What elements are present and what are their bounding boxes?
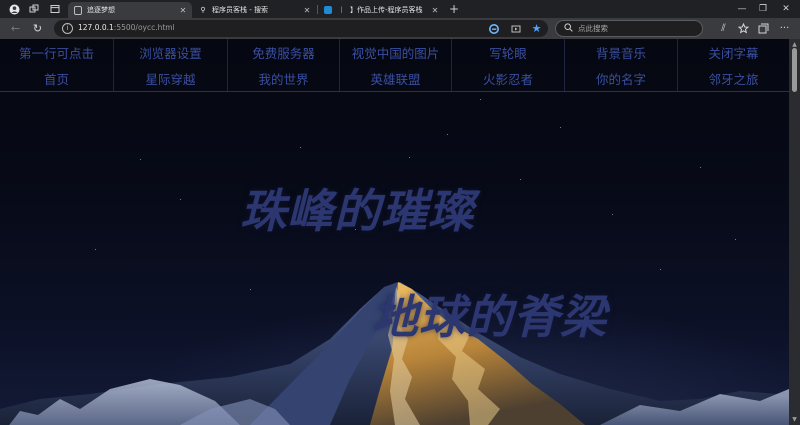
menu-item[interactable]: 火影忍者	[452, 65, 565, 91]
menu-item[interactable]: 背景音乐	[565, 39, 678, 65]
site-icon	[324, 6, 332, 14]
page-viewport: 第一行可点击 浏览器设置 免费服务器 视觉中国的图片 写轮眼 背景音乐 关闭字幕首页 星际穿越…	[0, 39, 789, 425]
tab-title: 程序员客栈 - 搜索	[212, 6, 268, 14]
address-bar[interactable]: i 127.0.0.1:5500/oycc.html ★	[54, 20, 548, 37]
search-icon: ⚲	[200, 6, 206, 14]
page-icon	[74, 5, 82, 15]
profile-icon[interactable]	[6, 2, 22, 16]
extension-icon[interactable]	[488, 23, 499, 34]
reload-icon[interactable]: ↻	[30, 21, 45, 36]
url-path: :5500/oycc.html	[113, 23, 175, 32]
address-url[interactable]: 127.0.0.1:5500/oycc.html	[78, 23, 175, 32]
menu-item[interactable]: 写轮眼	[452, 39, 565, 65]
close-icon[interactable]: ✕	[177, 6, 189, 15]
tab-title: 【	[337, 5, 342, 15]
menu-item[interactable]: 我的世界	[228, 65, 340, 91]
close-icon[interactable]: ✕	[776, 2, 796, 16]
tab-actions-icon[interactable]	[47, 2, 63, 16]
back-arrow-icon[interactable]: ←	[8, 21, 23, 36]
restore-icon[interactable]: ❐	[753, 2, 773, 16]
tab-title: 】作品上传-程序员客栈	[350, 6, 423, 14]
menu-item[interactable]: 你的名字	[565, 65, 678, 91]
tab-3[interactable]: 】作品上传-程序员客栈 ✕	[344, 2, 444, 18]
menu-divider	[0, 91, 789, 92]
scroll-down-icon[interactable]: ▼	[791, 416, 798, 423]
scroll-up-icon[interactable]: ▲	[791, 41, 798, 48]
minimize-icon[interactable]: —	[732, 2, 752, 16]
pin-icon[interactable]: ⫽	[716, 21, 731, 36]
tab-1[interactable]: ⚲ 程序员客栈 - 搜索 ✕	[193, 2, 316, 18]
menu-item[interactable]: 邻牙之旅	[678, 65, 789, 91]
search-box[interactable]	[555, 20, 703, 37]
menu-item[interactable]: 关闭字幕	[678, 39, 789, 65]
menu-item[interactable]: 英雄联盟	[340, 65, 452, 91]
menu-item[interactable]: 浏览器设置	[114, 39, 228, 65]
tab-title: 追逐梦想	[87, 6, 115, 14]
star-icon[interactable]: ★	[531, 22, 542, 35]
scrollbar[interactable]	[789, 39, 800, 425]
tab-2[interactable]: 【	[318, 2, 342, 18]
url-host: 127.0.0.1	[78, 23, 114, 32]
reader-icon[interactable]	[510, 23, 521, 34]
menu-item[interactable]: 星际穿越	[114, 65, 228, 91]
search-icon	[564, 23, 573, 35]
search-input[interactable]	[578, 23, 693, 34]
menu-item[interactable]: 首页	[0, 65, 114, 91]
close-icon[interactable]: ✕	[429, 6, 441, 15]
tab-strip: 追逐梦想 ✕ ⚲ 程序员客栈 - 搜索 ✕ 【 】作品上传-程序员客栈 ✕ + …	[0, 0, 800, 18]
headline-1: 珠峰的璀璨	[240, 184, 475, 238]
close-icon[interactable]: ✕	[301, 6, 313, 15]
menu-item[interactable]: 视觉中国的图片	[340, 39, 452, 65]
headline-2: 地球的脊梁	[372, 290, 607, 344]
browser-toolbar: ← ↻ i 127.0.0.1:5500/oycc.html ★ ⫽ ···	[0, 18, 800, 39]
collections-icon[interactable]	[756, 21, 771, 36]
menu-item[interactable]: 免费服务器	[228, 39, 340, 65]
info-icon[interactable]: i	[62, 23, 73, 34]
menu-item[interactable]: 第一行可点击	[0, 39, 114, 65]
workspaces-icon[interactable]	[26, 2, 42, 16]
tab-0[interactable]: 追逐梦想 ✕	[68, 2, 192, 18]
plus-icon[interactable]: +	[447, 2, 461, 16]
scroll-thumb[interactable]	[792, 48, 797, 92]
nav-menu: 第一行可点击 浏览器设置 免费服务器 视觉中国的图片 写轮眼 背景音乐 关闭字幕首页 星际穿越…	[0, 39, 789, 92]
more-icon[interactable]: ···	[777, 21, 792, 36]
favorites-icon[interactable]	[736, 21, 751, 36]
